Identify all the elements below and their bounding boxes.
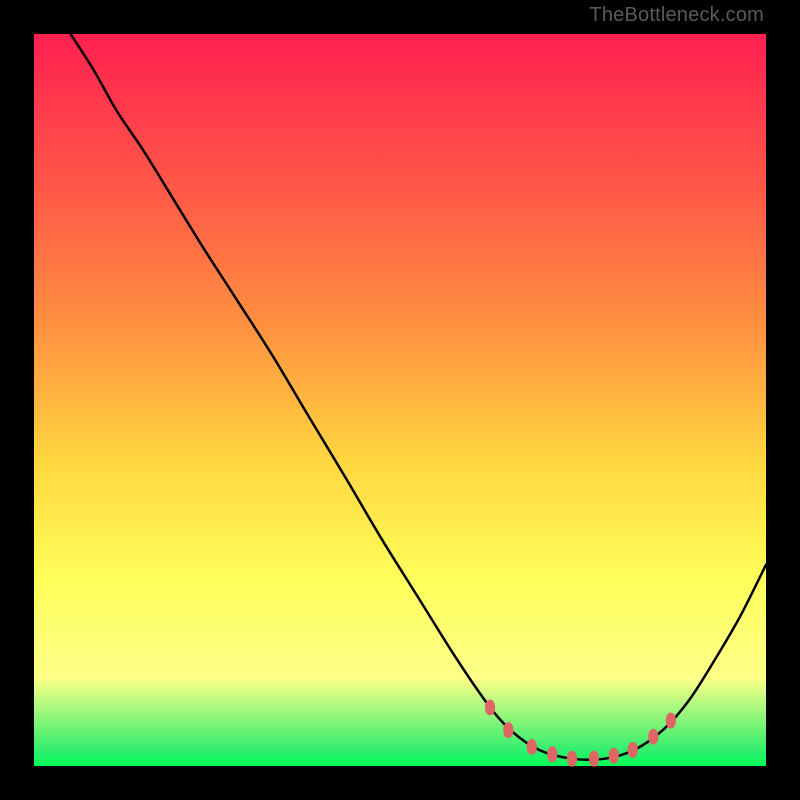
watermark-label: TheBottleneck.com <box>589 4 764 27</box>
chart-container: TheBottleneck.com <box>0 0 800 800</box>
plot-area <box>34 34 766 766</box>
